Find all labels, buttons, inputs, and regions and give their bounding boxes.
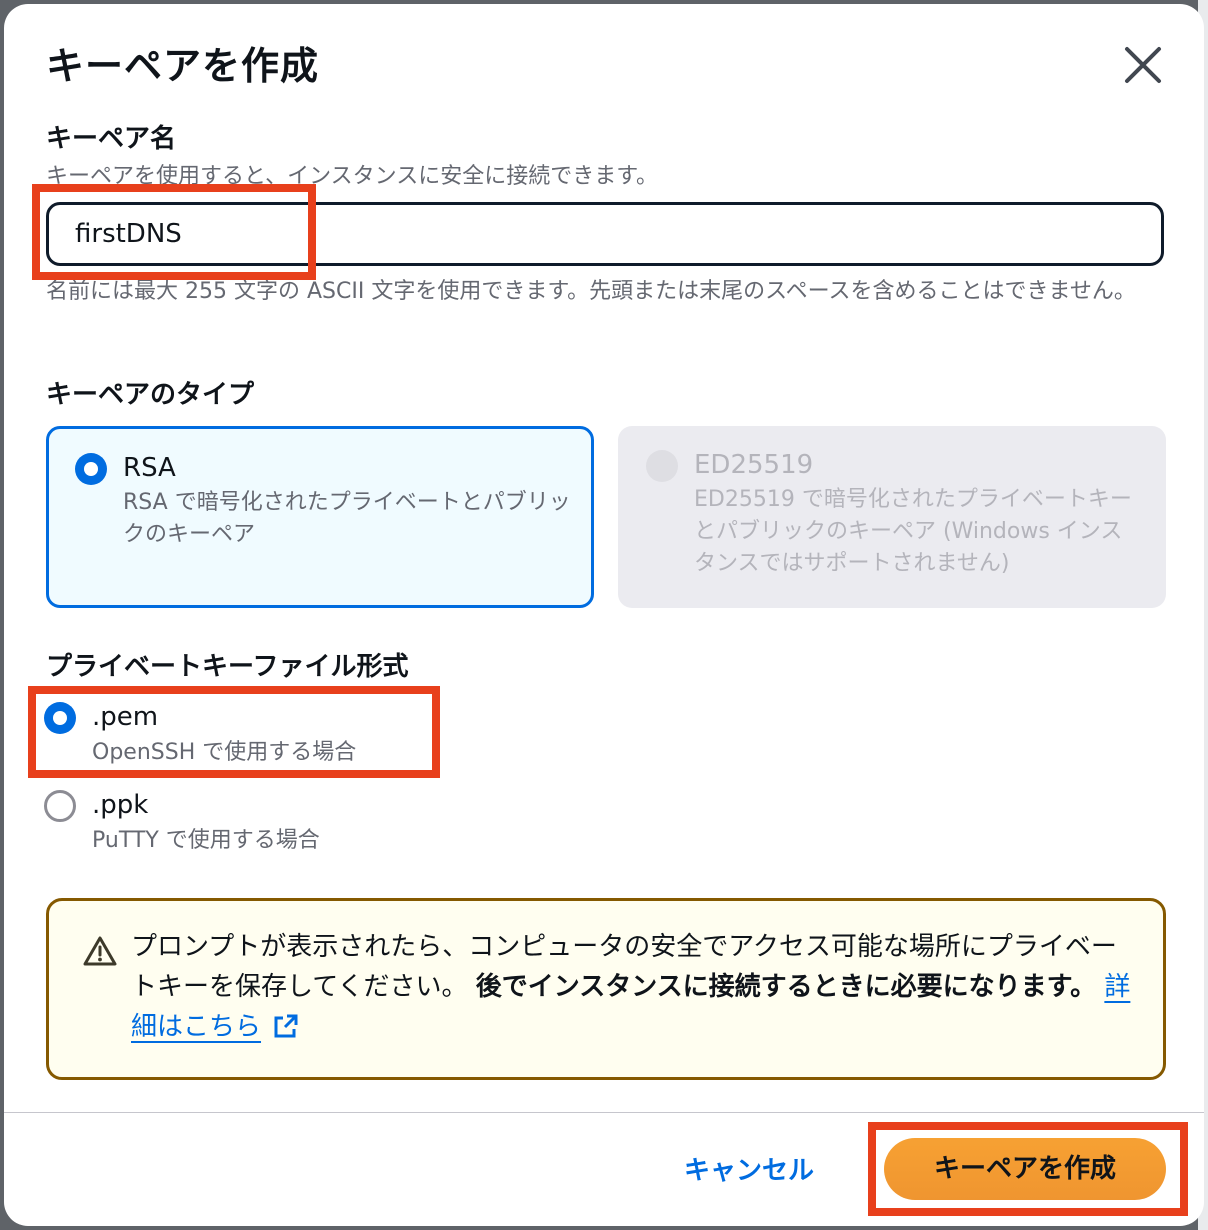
key-name-label: キーペア名 (46, 124, 177, 154)
key-type-label: キーペアのタイプ (46, 380, 255, 410)
warning-alert: プロンプトが表示されたら、コンピュータの安全でアクセス可能な場所にプライベートキ… (46, 898, 1166, 1080)
rsa-title: RSA (123, 453, 176, 483)
external-link-icon[interactable] (273, 1011, 299, 1051)
warning-bold-message: 後でインスタンスに接続するときに必要になります。 (475, 972, 1097, 1002)
highlight-create-button (868, 1122, 1188, 1216)
ppk-description: PuTTY で使用する場合 (92, 828, 320, 853)
key-type-ed25519-tile: ED25519 ED25519 で暗号化されたプライベートキーとパブリックのキー… (618, 426, 1166, 608)
rsa-radio[interactable] (75, 453, 107, 485)
create-key-pair-modal: キーペアを作成 キーペア名 キーペアを使用すると、インスタンスに安全に接続できま… (4, 4, 1204, 1226)
footer-divider (4, 1112, 1204, 1113)
close-icon[interactable] (1118, 40, 1168, 90)
key-type-rsa-tile[interactable]: RSA RSA で暗号化されたプライベートとパブリックのキーペア (46, 426, 594, 608)
ed25519-title: ED25519 (694, 450, 814, 480)
warning-text: プロンプトが表示されたら、コンピュータの安全でアクセス可能な場所にプライベートキ… (131, 927, 1131, 1051)
warning-icon (83, 935, 117, 967)
modal-title: キーペアを作成 (46, 44, 320, 88)
ed25519-radio (646, 450, 678, 482)
file-format-label: プライベートキーファイル形式 (46, 652, 409, 682)
ed25519-description: ED25519 で暗号化されたプライベートキーとパブリックのキーペア (Wind… (694, 487, 1132, 576)
rsa-description: RSA で暗号化されたプライベートとパブリックのキーペア (123, 490, 571, 547)
ppk-radio[interactable] (44, 790, 76, 822)
key-name-hint: 名前には最大 255 文字の ASCII 文字を使用できます。先頭または末尾のス… (46, 279, 1136, 304)
highlight-pem-option (28, 686, 440, 778)
ppk-title: .ppk (92, 790, 149, 820)
highlight-key-name (32, 184, 316, 280)
cancel-button[interactable]: キャンセル (664, 1146, 834, 1196)
